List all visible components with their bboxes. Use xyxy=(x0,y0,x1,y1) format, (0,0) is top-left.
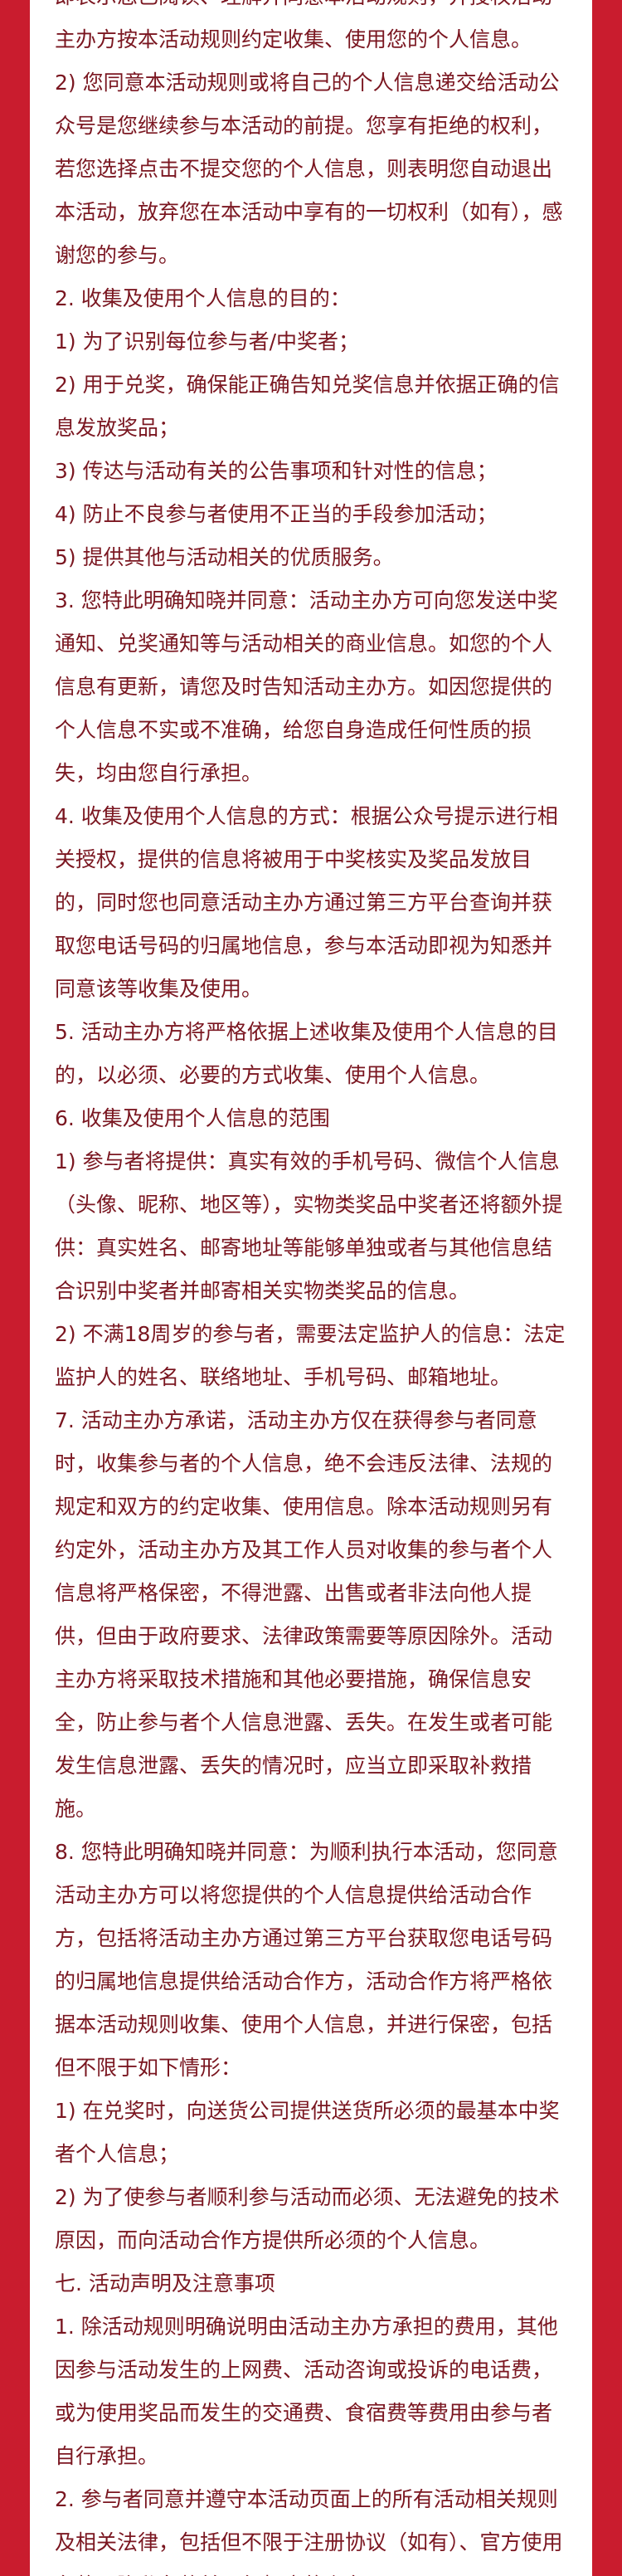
page-background: 即表示您已阅读、理解并同意本活动规则，并授权活动主办方按本活动规则约定收集、使用… xyxy=(0,0,622,2576)
rules-list-item: 1) 为了识别每位参与者/中奖者； xyxy=(55,329,360,354)
rules-text: 即表示您已阅读、理解并同意本活动规则，并授权活动主办方按本活动规则约定收集、使用… xyxy=(55,0,567,2576)
rules-paragraph: 5. 活动主办方将严格依据上述收集及使用个人信息的目的，以必须、必要的方式收集、… xyxy=(55,1020,558,1087)
rules-list-item: 3) 传达与活动有关的公告事项和针对性的信息； xyxy=(55,459,498,483)
rules-list-item: 4) 防止不良参与者使用不正当的手段参加活动； xyxy=(55,502,498,526)
rules-paragraph: 2) 您同意本活动规则或将自己的个人信息递交给活动公众号是您继续参与本活动的前提… xyxy=(55,71,563,267)
rules-list-item: 2) 不满18周岁的参与者，需要法定监护人的信息：法定监护人的姓名、联络地址、手… xyxy=(55,1322,566,1389)
rules-heading: 2. 收集及使用个人信息的目的： xyxy=(55,286,351,310)
rules-paragraph: 即表示您已阅读、理解并同意本活动规则，并授权活动主办方按本活动规则约定收集、使用… xyxy=(55,0,552,51)
rules-list-item: 1) 在兑奖时，向送货公司提供送货所必须的最基本中奖者个人信息； xyxy=(55,2099,560,2166)
rules-list-item: 2) 用于兑奖，确保能正确告知兑奖信息并依据正确的信息发放奖品； xyxy=(55,373,560,440)
rules-paragraph: 1. 除活动规则明确说明由活动主办方承担的费用，其他因参与活动发生的上网费、活动… xyxy=(55,2315,558,2468)
section-heading: 七. 活动声明及注意事项 xyxy=(55,2271,275,2295)
rules-heading: 6. 收集及使用个人信息的范围 xyxy=(55,1106,330,1130)
rules-paragraph: 7. 活动主办方承诺，活动主办方仅在获得参与者同意时，收集参与者的个人信息，绝不… xyxy=(55,1408,553,1821)
rules-paragraph: 3. 您特此明确知晓并同意：活动主办方可向您发送中奖通知、兑奖通知等与活动相关的… xyxy=(55,588,558,785)
rules-list-item: 2) 为了使参与者顺利参与活动而必须、无法避免的技术原因，而向活动合作方提供所必… xyxy=(55,2185,560,2252)
rules-paragraph: 8. 您特此明确知晓并同意：为顺利执行本活动，您同意活动主办方可以将您提供的个人… xyxy=(55,1840,558,2080)
rules-card: 即表示您已阅读、理解并同意本活动规则，并授权活动主办方按本活动规则约定收集、使用… xyxy=(30,0,592,2576)
rules-paragraph: 4. 收集及使用个人信息的方式：根据公众号提示进行相关授权，提供的信息将被用于中… xyxy=(55,804,558,1001)
rules-paragraph: 2. 参与者同意并遵守本活动页面上的所有活动相关规则及相关法律，包括但不限于注册… xyxy=(55,2487,563,2576)
rules-list-item: 1) 参与者将提供：真实有效的手机号码、微信个人信息（头像、昵称、地区等），实物… xyxy=(55,1149,563,1303)
rules-list-item: 5) 提供其他与活动相关的优质服务。 xyxy=(55,545,394,569)
